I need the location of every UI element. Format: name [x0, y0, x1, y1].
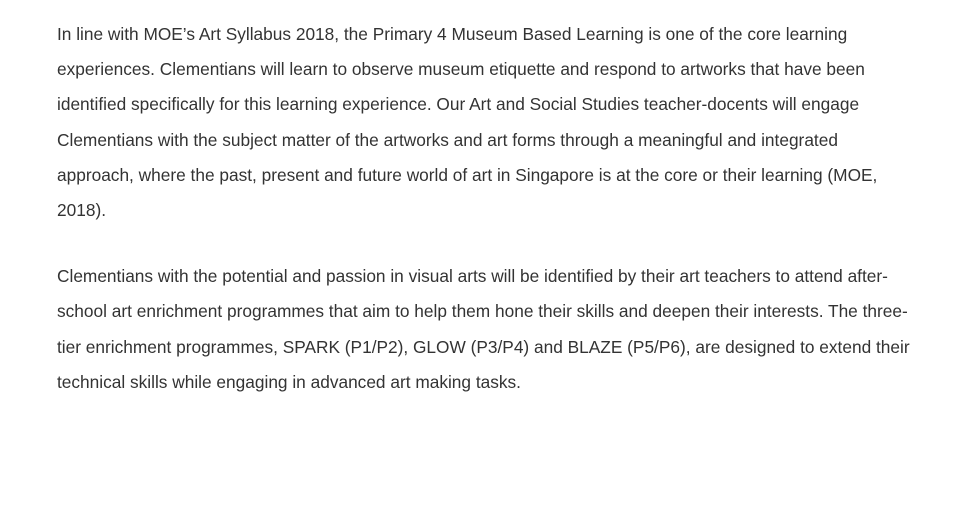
- paragraph-museum-based-learning: In line with MOE’s Art Syllabus 2018, th…: [57, 24, 878, 221]
- article-body: In line with MOE’s Art Syllabus 2018, th…: [57, 17, 917, 400]
- paragraph-art-enrichment: Clementians with the potential and passi…: [57, 266, 910, 392]
